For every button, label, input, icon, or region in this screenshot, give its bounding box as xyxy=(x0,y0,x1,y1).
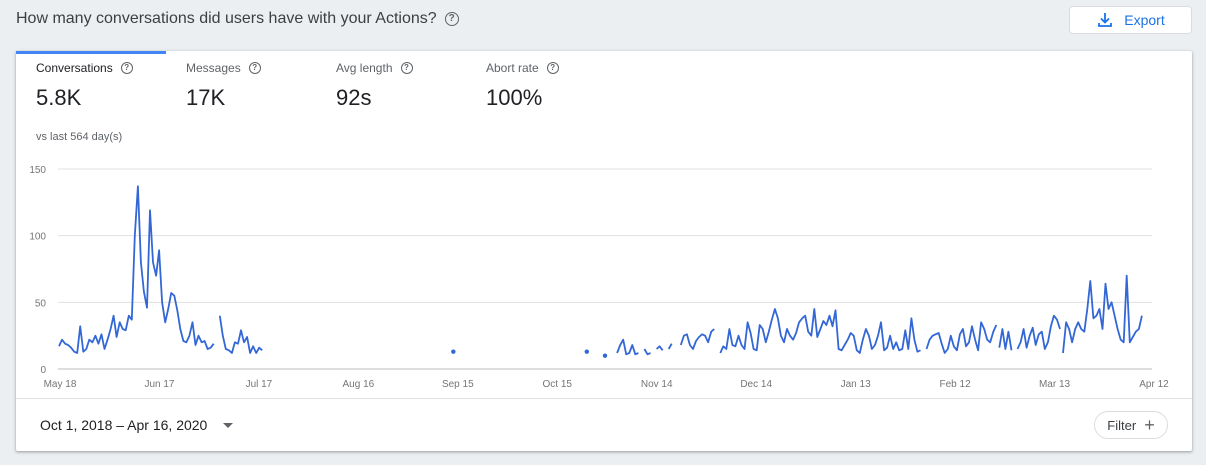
y-tick-label: 50 xyxy=(35,298,47,309)
x-tick-label: Nov 14 xyxy=(641,379,673,390)
x-tick-label: May 18 xyxy=(44,379,77,390)
series-line xyxy=(1062,274,1143,354)
series-line xyxy=(719,308,921,354)
series-line xyxy=(1016,314,1061,350)
conversations-line-chart: 0 50 100 150 May 18 Jun 17 Jul 17 Aug 16 Sep 15 O… xyxy=(29,165,1169,390)
data-point xyxy=(602,353,608,358)
tab-label: Messages xyxy=(186,61,241,75)
metric-value: 100% xyxy=(486,85,543,110)
series-line xyxy=(58,185,215,354)
x-tick-label: Feb 12 xyxy=(940,379,972,390)
date-range-selector[interactable]: Oct 1, 2018 – Apr 16, 2020 xyxy=(40,417,234,433)
x-tick-label: Dec 14 xyxy=(740,379,772,390)
filter-label: Filter xyxy=(1107,417,1137,433)
metrics-card: Conversations ? 5.8K Messages ? 17K Avg … xyxy=(16,51,1192,451)
y-tick-label: 0 xyxy=(40,365,46,376)
series-line xyxy=(218,315,263,354)
tab-label: Avg length xyxy=(336,61,393,75)
x-tick-label: Oct 15 xyxy=(543,379,573,390)
caret-down-icon xyxy=(223,422,234,428)
help-icon[interactable]: ? xyxy=(248,62,261,74)
tab-conversations[interactable]: Conversations ? 5.8K xyxy=(16,51,166,121)
divider xyxy=(16,398,1192,399)
comparison-note: vs last 564 day(s) xyxy=(36,131,123,143)
tab-messages[interactable]: Messages ? 17K xyxy=(166,51,316,121)
metric-value: 17K xyxy=(186,85,226,110)
series-line xyxy=(667,343,673,350)
series-line xyxy=(643,348,651,356)
tab-label: Abort rate xyxy=(486,61,539,75)
download-icon xyxy=(1098,13,1113,27)
help-icon[interactable]: ? xyxy=(546,62,559,74)
x-tick-label: Sep 15 xyxy=(442,379,474,390)
data-point xyxy=(584,349,589,354)
y-tick-label: 100 xyxy=(29,232,46,243)
data-point xyxy=(451,349,456,354)
tab-avg-length[interactable]: Avg length ? 92s xyxy=(316,51,466,121)
export-label: Export xyxy=(1124,12,1165,28)
tab-label: Conversations xyxy=(36,61,113,75)
help-icon[interactable]: ? xyxy=(400,62,413,74)
series-line xyxy=(925,321,998,354)
x-tick-label: Mar 13 xyxy=(1039,379,1071,390)
page-title: How many conversations did users have wi… xyxy=(16,10,437,27)
x-tick-label: Jan 13 xyxy=(841,379,871,390)
plus-icon: + xyxy=(1144,415,1155,435)
series-line xyxy=(616,338,639,356)
x-tick-label: Jun 17 xyxy=(144,379,174,390)
help-icon[interactable]: ? xyxy=(444,12,459,26)
filter-button[interactable]: Filter + xyxy=(1094,411,1168,439)
series-line xyxy=(655,345,664,351)
metric-value: 92s xyxy=(336,85,372,110)
y-tick-label: 150 xyxy=(29,165,46,176)
export-button[interactable]: Export xyxy=(1069,6,1192,34)
series-line xyxy=(679,328,715,350)
series-line xyxy=(998,328,1013,351)
x-tick-label: Aug 16 xyxy=(343,379,375,390)
help-icon[interactable]: ? xyxy=(120,62,133,74)
date-range-label: Oct 1, 2018 – Apr 16, 2020 xyxy=(40,417,208,433)
page-header: How many conversations did users have wi… xyxy=(16,10,459,28)
metric-value: 5.8K xyxy=(36,85,82,110)
x-tick-label: Jul 17 xyxy=(246,379,273,390)
x-tick-label: Apr 12 xyxy=(1139,379,1169,390)
tab-abort-rate[interactable]: Abort rate ? 100% xyxy=(466,51,616,121)
